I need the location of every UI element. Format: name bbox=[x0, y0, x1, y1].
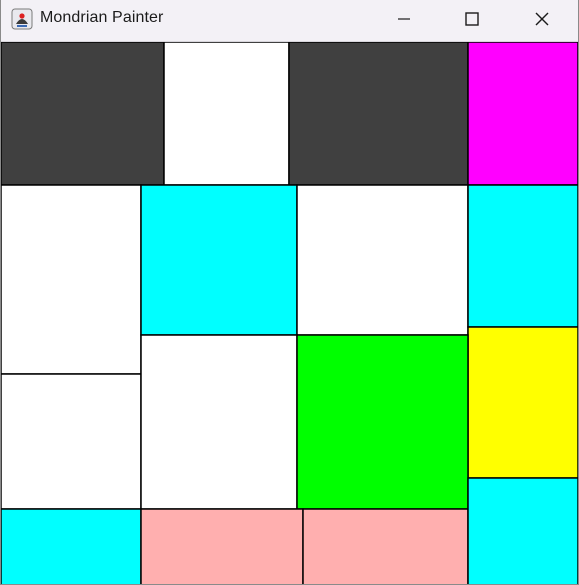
mondrian-rect-white[interactable] bbox=[140, 334, 298, 510]
mondrian-rect-cyan[interactable] bbox=[467, 184, 578, 328]
app-window: Mondrian Painter bbox=[0, 0, 579, 585]
mondrian-rect-dark-gray[interactable] bbox=[288, 42, 469, 186]
mondrian-drawing[interactable] bbox=[1, 42, 578, 585]
mondrian-rect-green[interactable] bbox=[296, 334, 469, 510]
mondrian-rect-pink[interactable] bbox=[302, 508, 469, 585]
mondrian-rect-white[interactable] bbox=[163, 42, 290, 186]
mondrian-rect-cyan[interactable] bbox=[1, 508, 142, 585]
maximize-icon bbox=[465, 12, 479, 26]
maximize-button[interactable] bbox=[449, 0, 495, 38]
mondrian-rect-white[interactable] bbox=[1, 373, 142, 510]
mondrian-rect-cyan[interactable] bbox=[140, 184, 298, 336]
mondrian-rect-magenta[interactable] bbox=[467, 42, 578, 186]
close-icon bbox=[535, 12, 549, 26]
window-title: Mondrian Painter bbox=[40, 9, 164, 26]
title-bar[interactable]: Mondrian Painter bbox=[1, 0, 578, 42]
mondrian-rect-pink[interactable] bbox=[140, 508, 304, 585]
mondrian-rect-white[interactable] bbox=[296, 184, 469, 336]
mondrian-rect-cyan[interactable] bbox=[467, 477, 578, 585]
java-duke-icon bbox=[11, 8, 33, 30]
minimize-icon bbox=[398, 18, 410, 20]
minimize-button[interactable] bbox=[381, 0, 427, 38]
mondrian-canvas[interactable] bbox=[1, 42, 578, 585]
mondrian-rect-yellow[interactable] bbox=[467, 326, 578, 479]
mondrian-rect-dark-gray[interactable] bbox=[1, 42, 165, 186]
mondrian-rect-white[interactable] bbox=[1, 184, 142, 375]
close-button[interactable] bbox=[519, 0, 565, 38]
